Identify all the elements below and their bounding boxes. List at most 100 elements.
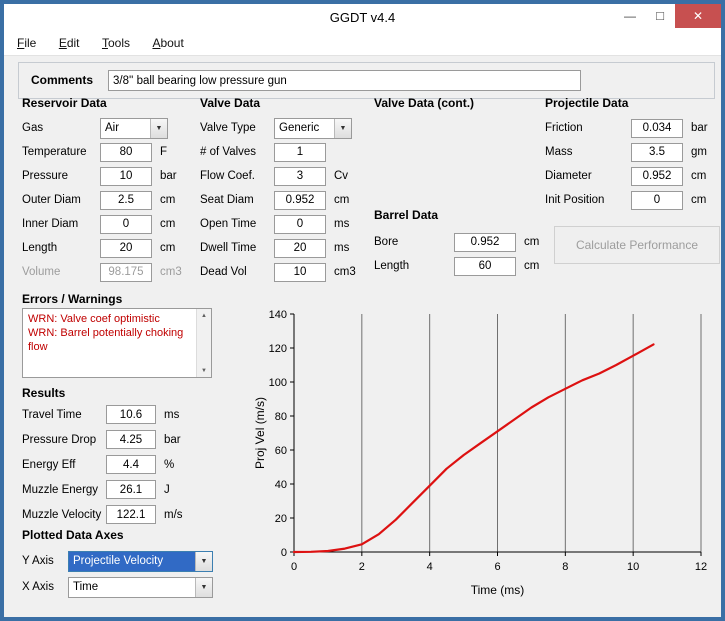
plotted-axes-header: Plotted Data Axes bbox=[22, 528, 124, 542]
maximize-button[interactable]: □ bbox=[645, 4, 675, 28]
field-row-open-time: Open Time ms bbox=[200, 212, 372, 236]
result-row-muzzle-velocity: Muzzle Velocity m/s bbox=[22, 502, 222, 527]
volume-field bbox=[100, 263, 152, 282]
x-axis-select[interactable]: Time ▼ bbox=[68, 577, 213, 598]
maximize-icon: □ bbox=[656, 8, 664, 23]
svg-text:10: 10 bbox=[627, 561, 639, 573]
field-row-dwell-time: Dwell Time ms bbox=[200, 236, 372, 260]
chart-canvas: 024681012020406080100120140Time (ms)Proj… bbox=[252, 298, 722, 605]
gas-select[interactable]: Air ▼ bbox=[100, 118, 168, 139]
svg-text:60: 60 bbox=[275, 445, 287, 457]
field-row-valve-type: Valve Type Generic ▼ bbox=[200, 116, 372, 140]
muzzle-velocity-field bbox=[106, 505, 156, 524]
valve-column: Valve Type Generic ▼ # of Valves Flow Co… bbox=[200, 116, 372, 284]
inner-diam-field[interactable] bbox=[100, 215, 152, 234]
svg-text:0: 0 bbox=[281, 547, 287, 559]
close-icon: ✕ bbox=[693, 9, 703, 23]
pressure-drop-field bbox=[106, 430, 156, 449]
field-row-volume: Volume cm3 bbox=[22, 260, 200, 284]
comments-frame: Comments bbox=[18, 62, 715, 99]
result-row-pressure-drop: Pressure Drop bar bbox=[22, 427, 222, 452]
bore-field[interactable] bbox=[454, 233, 516, 252]
chevron-down-icon[interactable]: ▼ bbox=[195, 552, 212, 571]
chevron-down-icon[interactable]: ▼ bbox=[334, 119, 351, 138]
svg-text:0: 0 bbox=[291, 561, 297, 573]
field-row-pressure: Pressure bar bbox=[22, 164, 200, 188]
dead-vol-field[interactable] bbox=[274, 263, 326, 282]
svg-text:40: 40 bbox=[275, 479, 287, 491]
svg-text:140: 140 bbox=[269, 309, 287, 321]
warning-line: WRN: Valve coef optimistic bbox=[28, 312, 191, 326]
minimize-button[interactable]: — bbox=[615, 4, 645, 28]
results-column: Travel Time ms Pressure Drop bar Energy … bbox=[22, 402, 222, 527]
field-row-init-position: Init Position cm bbox=[545, 188, 723, 212]
x-axis-row: X Axis Time ▼ bbox=[22, 574, 222, 600]
friction-field[interactable] bbox=[631, 119, 683, 138]
scroll-down-icon[interactable]: ▼ bbox=[197, 364, 211, 377]
calculate-performance-button[interactable]: Calculate Performance bbox=[554, 226, 720, 264]
scroll-up-icon[interactable]: ▲ bbox=[197, 309, 211, 322]
svg-text:8: 8 bbox=[562, 561, 568, 573]
temperature-field[interactable] bbox=[100, 143, 152, 162]
dwell-time-field[interactable] bbox=[274, 239, 326, 258]
y-axis-row: Y Axis Projectile Velocity ▼ bbox=[22, 548, 222, 574]
svg-text:4: 4 bbox=[427, 561, 433, 573]
chevron-down-icon[interactable]: ▼ bbox=[195, 578, 212, 597]
menu-about[interactable]: About bbox=[143, 32, 192, 54]
barrel-column: Bore cm Length cm bbox=[374, 230, 550, 278]
svg-text:Proj Vel (m/s): Proj Vel (m/s) bbox=[253, 397, 267, 469]
reservoir-length-field[interactable] bbox=[100, 239, 152, 258]
titlebar: GGDT v4.4 — □ ✕ bbox=[4, 4, 721, 32]
field-row-mass: Mass gm bbox=[545, 140, 723, 164]
field-row-dead-vol: Dead Vol cm3 bbox=[200, 260, 372, 284]
svg-text:12: 12 bbox=[695, 561, 707, 573]
svg-text:Time (ms): Time (ms) bbox=[471, 583, 525, 597]
flow-coef-field[interactable] bbox=[274, 167, 326, 186]
result-row-energy-eff: Energy Eff % bbox=[22, 452, 222, 477]
axes-column: Y Axis Projectile Velocity ▼ X Axis Time… bbox=[22, 548, 222, 600]
field-row-bore: Bore cm bbox=[374, 230, 550, 254]
open-time-field[interactable] bbox=[274, 215, 326, 234]
errors-scrollbar[interactable]: ▲ ▼ bbox=[196, 309, 211, 377]
seat-diam-field[interactable] bbox=[274, 191, 326, 210]
y-axis-select[interactable]: Projectile Velocity ▼ bbox=[68, 551, 213, 572]
menu-tools[interactable]: Tools bbox=[93, 32, 139, 54]
errors-textbox[interactable]: WRN: Valve coef optimistic WRN: Barrel p… bbox=[22, 308, 212, 378]
outer-diam-field[interactable] bbox=[100, 191, 152, 210]
warning-line: WRN: Barrel potentially choking flow bbox=[28, 326, 191, 354]
projectile-column: Friction bar Mass gm Diameter cm Init Po… bbox=[545, 116, 723, 212]
field-row-barrel-length: Length cm bbox=[374, 254, 550, 278]
barrel-length-field[interactable] bbox=[454, 257, 516, 276]
valve-header: Valve Data bbox=[200, 96, 260, 110]
reservoir-header: Reservoir Data bbox=[22, 96, 107, 110]
field-row-outer-diam: Outer Diam cm bbox=[22, 188, 200, 212]
mass-field[interactable] bbox=[631, 143, 683, 162]
menu-file[interactable]: File bbox=[8, 32, 45, 54]
minimize-icon: — bbox=[624, 9, 636, 23]
result-row-muzzle-energy: Muzzle Energy J bbox=[22, 477, 222, 502]
barrel-header: Barrel Data bbox=[374, 208, 438, 222]
num-valves-field[interactable] bbox=[274, 143, 326, 162]
field-row-friction: Friction bar bbox=[545, 116, 723, 140]
diameter-field[interactable] bbox=[631, 167, 683, 186]
valve-type-select[interactable]: Generic ▼ bbox=[274, 118, 352, 139]
svg-text:20: 20 bbox=[275, 513, 287, 525]
init-position-field[interactable] bbox=[631, 191, 683, 210]
travel-time-field bbox=[106, 405, 156, 424]
field-row-flow-coef: Flow Coef. Cv bbox=[200, 164, 372, 188]
results-header: Results bbox=[22, 386, 65, 400]
menu-bar: File Edit Tools About bbox=[4, 32, 721, 56]
svg-text:100: 100 bbox=[269, 377, 287, 389]
chevron-down-icon[interactable]: ▼ bbox=[150, 119, 167, 138]
muzzle-energy-field bbox=[106, 480, 156, 499]
menu-edit[interactable]: Edit bbox=[50, 32, 89, 54]
field-row-length: Length cm bbox=[22, 236, 200, 260]
errors-header: Errors / Warnings bbox=[22, 292, 122, 306]
window-controls: — □ ✕ bbox=[615, 4, 721, 28]
field-row-inner-diam: Inner Diam cm bbox=[22, 212, 200, 236]
app-window: GGDT v4.4 — □ ✕ File Edit Tools About Co… bbox=[0, 0, 725, 621]
pressure-field[interactable] bbox=[100, 167, 152, 186]
valve-cont-header: Valve Data (cont.) bbox=[374, 96, 474, 110]
close-button[interactable]: ✕ bbox=[675, 4, 721, 28]
comments-input[interactable] bbox=[108, 70, 581, 91]
